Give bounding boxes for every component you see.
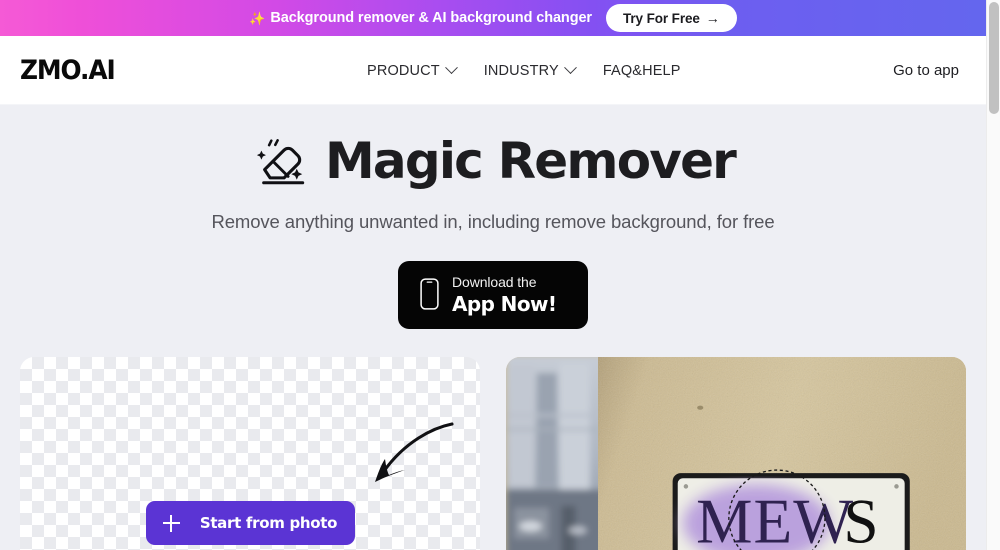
nav-item-product-label: PRODUCT <box>367 62 440 79</box>
workspace: Start from photo or drop an image <box>0 357 986 550</box>
upload-dropzone-panel[interactable]: Start from photo or drop an image <box>20 357 480 550</box>
promo-banner: ✨ Background remover & AI background cha… <box>0 0 986 36</box>
hand-drawn-arrow-icon <box>358 415 458 495</box>
page-root: ✨ Background remover & AI background cha… <box>0 0 986 550</box>
preview-image-panel[interactable]: MEW S <box>506 357 966 550</box>
eraser-sparkle-icon <box>251 132 309 190</box>
go-to-app-link[interactable]: Go to app <box>893 36 959 105</box>
page-scrollbar-track[interactable] <box>986 0 1000 550</box>
nav-item-product[interactable]: PRODUCT <box>367 61 458 79</box>
plus-icon <box>162 514 180 532</box>
nav-item-faq-help-label: FAQ&HELP <box>602 62 681 79</box>
start-from-photo-button[interactable]: Start from photo <box>145 501 355 545</box>
nav-item-industry[interactable]: INDUSTRY <box>483 61 577 79</box>
arrow-right-icon: → <box>705 10 720 26</box>
brand-logo[interactable]: ZMO.AI <box>20 55 116 86</box>
download-big-label: App Now! <box>452 291 557 316</box>
phone-icon <box>420 277 439 313</box>
sparkles-icon: ✨ <box>249 10 266 26</box>
hero-section: Magic Remover Remove anything unwanted i… <box>0 105 986 233</box>
page-title: Magic Remover <box>324 132 737 190</box>
hero-title-row: Magic Remover <box>0 123 986 199</box>
nav-item-industry-label: INDUSTRY <box>483 62 559 79</box>
page-scrollbar-thumb[interactable] <box>989 2 999 114</box>
download-app-labels: Download the App Now! <box>452 273 557 316</box>
chevron-down-icon <box>563 61 577 75</box>
svg-text:MEW: MEW <box>696 487 854 550</box>
promo-banner-text: ✨ Background remover & AI background cha… <box>249 10 592 26</box>
download-app-button[interactable]: Download the App Now! <box>398 261 588 329</box>
start-from-photo-label: Start from photo <box>199 514 338 532</box>
try-for-free-button[interactable]: Try For Free → <box>605 4 737 32</box>
try-for-free-label: Try For Free <box>622 10 700 26</box>
main-nav: PRODUCT INDUSTRY FAQ&HELP <box>367 36 681 105</box>
chevron-down-icon <box>444 61 458 75</box>
download-small-label: Download the <box>452 273 537 290</box>
svg-text:S: S <box>843 487 878 550</box>
site-header: ZMO.AI PRODUCT INDUSTRY FAQ&HELP Go to a… <box>0 36 986 105</box>
promo-banner-message: Background remover & AI background chang… <box>270 10 592 26</box>
nav-item-faq-help[interactable]: FAQ&HELP <box>603 63 681 79</box>
download-button-wrap: Download the App Now! <box>0 261 986 329</box>
hero-subtitle: Remove anything unwanted in, including r… <box>211 211 775 232</box>
